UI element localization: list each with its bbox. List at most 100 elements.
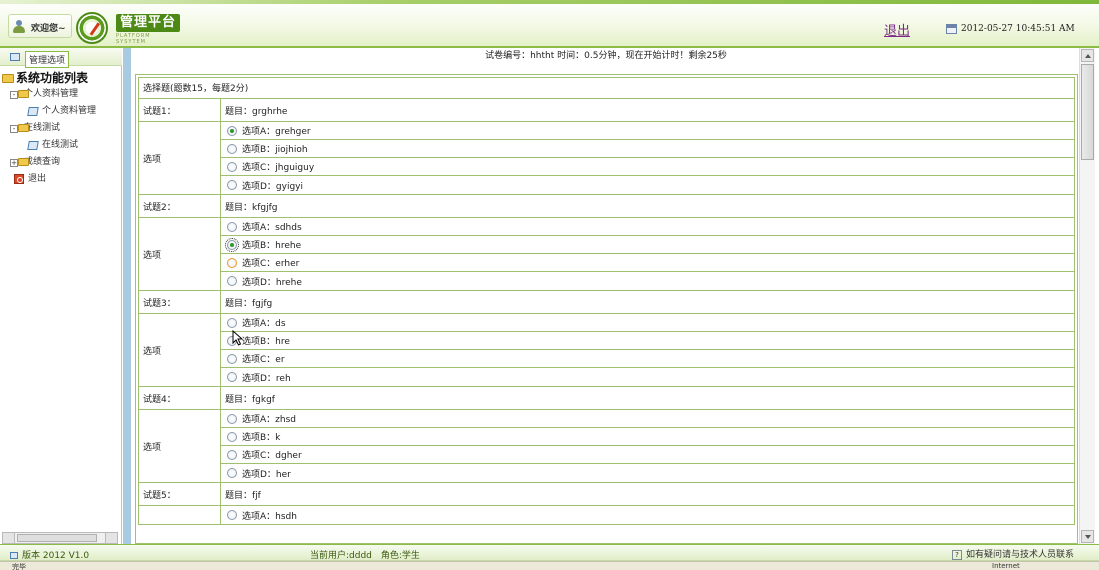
option-text: 选项B：hrehe bbox=[242, 241, 302, 251]
scroll-thumb[interactable] bbox=[1081, 64, 1094, 160]
logo-icon bbox=[76, 12, 108, 44]
question-title: 题目：grghrhe bbox=[225, 106, 288, 117]
option-item[interactable]: 选项B：k bbox=[221, 428, 1074, 446]
question-number: 试题5： bbox=[139, 483, 221, 505]
logout-link[interactable]: 退出 bbox=[884, 20, 910, 39]
folder-open-icon bbox=[2, 74, 14, 83]
sidebar: 管理选项 系统功能列表 - 个人资料管理 个人资料管理 - 在线测试 在线测试 … bbox=[0, 48, 122, 544]
option-text: 选项D：reh bbox=[242, 373, 291, 384]
sidebar-item-grades[interactable]: + 成绩查询 bbox=[2, 154, 120, 171]
options-list: 选项A：zhsd 选项B：k 选项C：dgher 选项D：her bbox=[221, 410, 1074, 482]
question-row: 试题4： 题目：fgkgf bbox=[138, 387, 1075, 410]
option-item[interactable]: 选项A：ds bbox=[221, 314, 1074, 332]
sidebar-horizontal-scrollbar[interactable] bbox=[2, 532, 118, 544]
radio-button[interactable] bbox=[227, 353, 237, 364]
radio-button[interactable] bbox=[227, 221, 237, 232]
scroll-up-button[interactable] bbox=[1081, 49, 1094, 62]
header-top-band bbox=[0, 0, 1099, 4]
option-item[interactable]: 选项A：zhsd bbox=[221, 410, 1074, 428]
sidebar-item-exit[interactable]: 退出 bbox=[2, 171, 120, 188]
option-text: 选项B：hre bbox=[242, 337, 290, 347]
exam-panel: 选择题(题数15，每题2分) 试题1： 题目：grghrhe 选项 选项A：gr… bbox=[135, 74, 1078, 544]
option-item[interactable]: 选项A：grehger bbox=[221, 122, 1074, 140]
option-item[interactable]: 选项A：sdhds bbox=[221, 218, 1074, 236]
options-label: 选项 bbox=[139, 314, 221, 386]
sidebar-item-profile-manage[interactable]: 个人资料管理 bbox=[2, 103, 120, 120]
collapse-icon[interactable]: - bbox=[10, 125, 18, 133]
option-item[interactable]: 选项B：jiojhioh bbox=[221, 140, 1074, 158]
question-title: 题目：fjf bbox=[225, 490, 261, 501]
options-list: 选项A：sdhds 选项B：hrehe 选项C：erher 选项D：hrehe bbox=[221, 218, 1074, 290]
vertical-scrollbar[interactable] bbox=[1079, 48, 1095, 544]
sidebar-item-label: 在线测试 bbox=[42, 140, 79, 150]
sidebar-item-online-test-page[interactable]: 在线测试 bbox=[2, 137, 120, 154]
radio-button[interactable] bbox=[227, 125, 237, 136]
option-item[interactable]: 选项C：dgher bbox=[221, 446, 1074, 464]
radio-button[interactable] bbox=[227, 372, 237, 382]
radio-button[interactable] bbox=[227, 180, 237, 190]
status-left: 完毕 bbox=[12, 563, 26, 570]
options-label: 选项 bbox=[139, 410, 221, 482]
radio-button[interactable] bbox=[225, 237, 239, 252]
options-list: 选项A：hsdh bbox=[221, 506, 1074, 524]
option-text: 选项C：dgher bbox=[242, 451, 302, 461]
exit-icon bbox=[14, 174, 24, 184]
browser-status-bar: 完毕 Internet bbox=[0, 561, 1099, 570]
option-item[interactable]: 选项D：gyigyi bbox=[221, 176, 1074, 194]
question-number: 试题1： bbox=[139, 99, 221, 121]
options-label: 选项 bbox=[139, 122, 221, 194]
version-info: 版本 2012 V1.0 bbox=[10, 548, 89, 561]
option-item[interactable]: 选项D：her bbox=[221, 464, 1074, 482]
question-row: 试题1： 题目：grghrhe bbox=[138, 99, 1075, 122]
option-item[interactable]: 选项C：er bbox=[221, 350, 1074, 368]
contact-info: ? 如有疑问请与技术人员联系 bbox=[952, 547, 1074, 560]
option-item[interactable]: 选项B：hrehe bbox=[221, 236, 1074, 254]
option-text: 选项A：zhsd bbox=[242, 415, 296, 425]
radio-button[interactable] bbox=[227, 276, 237, 286]
sidebar-item-label: 成绩查询 bbox=[24, 157, 61, 167]
options-label: 选项 bbox=[139, 218, 221, 290]
options-row: 选项A：hsdh bbox=[138, 506, 1075, 525]
radio-button[interactable] bbox=[227, 143, 237, 154]
radio-button[interactable] bbox=[227, 468, 237, 478]
option-item[interactable]: 选项C：erher bbox=[221, 254, 1074, 272]
collapse-icon[interactable]: - bbox=[10, 91, 18, 99]
options-row: 选项 选项A：ds 选项B：hre 选项C：er 选项D：reh bbox=[138, 314, 1075, 387]
option-text: 选项D：hrehe bbox=[242, 277, 302, 288]
question-title: 题目：kfgjfg bbox=[225, 202, 278, 213]
radio-button[interactable] bbox=[227, 510, 237, 520]
option-item[interactable]: 选项A：hsdh bbox=[221, 506, 1074, 524]
sidebar-item-profile[interactable]: - 个人资料管理 bbox=[2, 86, 120, 103]
frame-divider[interactable] bbox=[123, 48, 131, 544]
radio-button[interactable] bbox=[227, 449, 237, 460]
radio-button[interactable] bbox=[227, 317, 237, 328]
radio-button[interactable] bbox=[227, 161, 237, 172]
option-item[interactable]: 选项B：hre bbox=[221, 332, 1074, 350]
option-item[interactable]: 选项C：jhguiguy bbox=[221, 158, 1074, 176]
radio-button[interactable] bbox=[227, 431, 237, 442]
scroll-down-button[interactable] bbox=[1081, 530, 1094, 543]
option-text: 选项A：hsdh bbox=[242, 511, 297, 522]
expand-icon[interactable]: + bbox=[10, 159, 18, 167]
sidebar-header-label[interactable]: 管理选项 bbox=[25, 51, 70, 68]
exam-info: 试卷编号：hhtht 时间：0.5分钟，现在开始计时！剩余25秒 bbox=[485, 51, 727, 61]
scroll-left-button[interactable] bbox=[3, 533, 15, 543]
edit-page-icon bbox=[27, 141, 39, 150]
datetime-text: 2012-05-27 10:45:51 AM bbox=[961, 24, 1075, 34]
option-text: 选项C：er bbox=[242, 355, 285, 365]
scroll-right-button[interactable] bbox=[105, 533, 117, 543]
sidebar-item-online-test[interactable]: - 在线测试 bbox=[2, 120, 120, 137]
window-icon bbox=[10, 53, 20, 61]
radio-button[interactable] bbox=[227, 413, 237, 424]
sidebar-item-label: 个人资料管理 bbox=[42, 106, 97, 116]
scroll-thumb[interactable] bbox=[17, 534, 97, 542]
sidebar-item-label: 退出 bbox=[28, 174, 47, 184]
radio-button[interactable] bbox=[227, 257, 237, 268]
option-item[interactable]: 选项D：reh bbox=[221, 368, 1074, 386]
option-text: 选项D：gyigyi bbox=[242, 181, 304, 192]
option-item[interactable]: 选项D：hrehe bbox=[221, 272, 1074, 290]
question-row: 试题2： 题目：kfgjfg bbox=[138, 195, 1075, 218]
footer: 版本 2012 V1.0 当前用户:dddd 角色:学生 ? 如有疑问请与技术人员… bbox=[0, 544, 1099, 561]
calendar-icon bbox=[946, 24, 957, 34]
option-text: 选项A：sdhds bbox=[242, 223, 302, 233]
